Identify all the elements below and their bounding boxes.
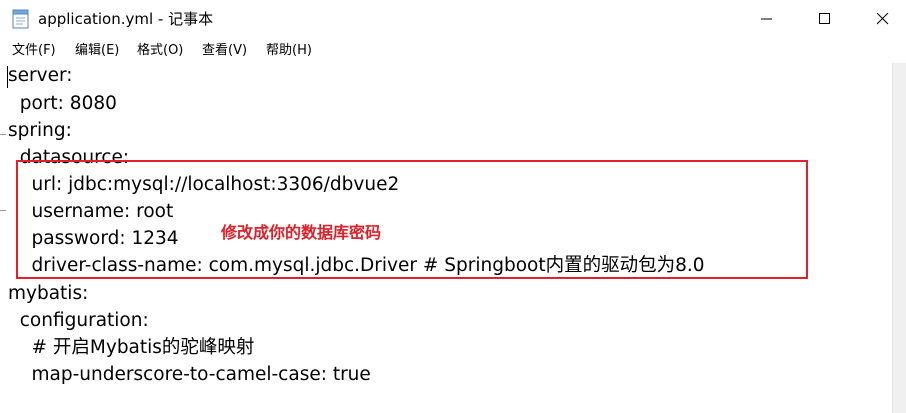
editor-line: port: 8080 xyxy=(8,93,117,114)
edge-mark xyxy=(0,134,6,135)
maximize-button[interactable] xyxy=(802,0,848,38)
menu-help[interactable]: 帮助(H) xyxy=(266,42,312,59)
editor-line: map-underscore-to-camel-case: true xyxy=(8,364,371,385)
menu-view[interactable]: 查看(V) xyxy=(202,42,247,59)
menu-edit[interactable]: 编辑(E) xyxy=(75,42,119,59)
minimize-icon xyxy=(761,18,772,20)
menu-file[interactable]: 文件(F) xyxy=(12,42,56,59)
title-bar[interactable]: application.yml - 记事本 xyxy=(0,0,906,38)
annotation-label: 修改成你的数据库密码 xyxy=(221,223,382,242)
minimize-button[interactable] xyxy=(744,0,790,38)
editor-line: mybatis: xyxy=(8,283,89,304)
editor-line: configuration: xyxy=(8,310,149,331)
edge-mark xyxy=(0,210,6,211)
editor-line: server: xyxy=(8,65,73,86)
menu-format[interactable]: 格式(O) xyxy=(137,42,183,59)
menu-bar: 文件(F) 编辑(E) 格式(O) 查看(V) 帮助(H) xyxy=(0,38,906,63)
highlight-box xyxy=(16,160,808,279)
vertical-scrollbar[interactable] xyxy=(892,63,906,413)
editor-line: spring: xyxy=(8,120,72,141)
editor-line: # 开启Mybatis的驼峰映射 xyxy=(8,337,255,358)
close-icon xyxy=(877,13,889,25)
window-title: application.yml - 记事本 xyxy=(38,10,214,28)
maximize-icon xyxy=(819,13,830,24)
notepad-icon xyxy=(12,9,30,29)
close-button[interactable] xyxy=(860,0,906,38)
